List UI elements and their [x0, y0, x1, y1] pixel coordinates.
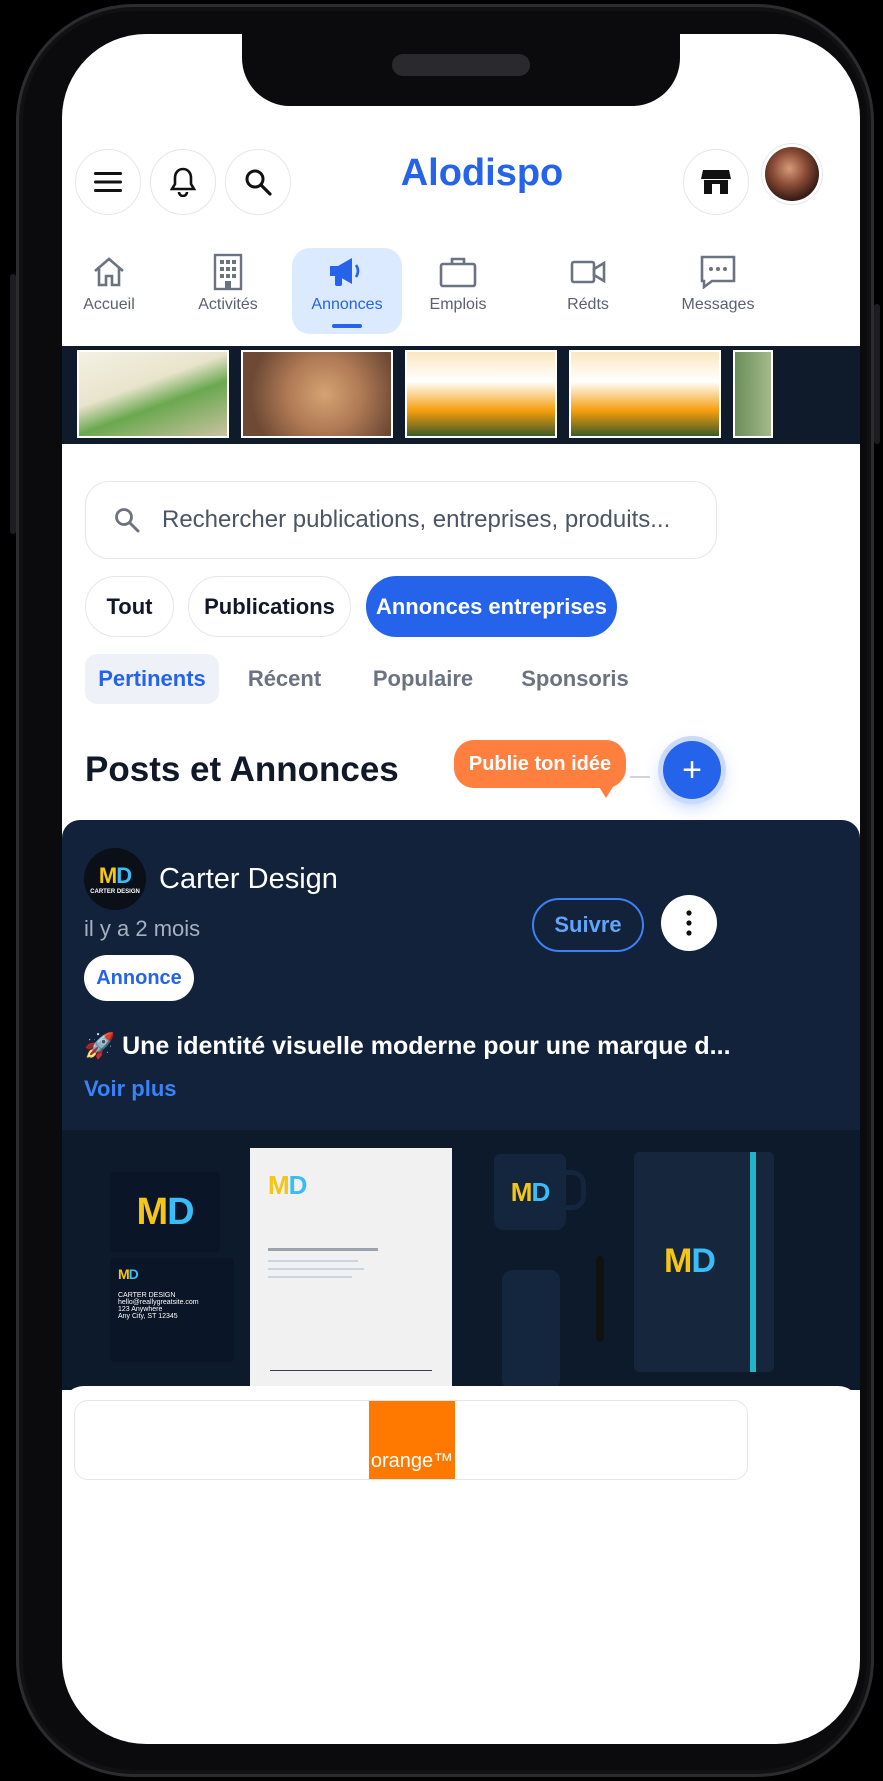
nav-label: Annonces [311, 296, 383, 313]
bell-icon [169, 167, 197, 197]
publish-tooltip[interactable]: Publie ton idée [454, 740, 626, 788]
story-thumb[interactable] [405, 350, 557, 438]
shop-button[interactable] [683, 149, 749, 215]
story-thumb[interactable] [77, 350, 229, 438]
kebab-icon [686, 910, 692, 936]
nav-activites[interactable]: Activités [173, 248, 283, 334]
phone-frame: Alodispo Accueil Activités Annonces Empl… [10, 4, 880, 1777]
post-image[interactable]: MD MD CARTER DESIGN hello@reallygreatsit… [62, 1130, 860, 1390]
card-logo: MD [118, 1266, 139, 1282]
menu-button[interactable] [75, 149, 141, 215]
section-title: Posts et Annonces [85, 750, 399, 789]
see-more-link[interactable]: Voir plus [84, 1076, 177, 1102]
story-thumb[interactable] [241, 350, 393, 438]
side-button [10, 274, 16, 534]
orange-logo[interactable]: orange™ [369, 1401, 455, 1479]
sort-sponsoris[interactable]: Sponsoris [510, 654, 640, 704]
megaphone-icon [330, 258, 360, 286]
more-options-button[interactable] [661, 895, 717, 951]
filter-tout[interactable]: Tout [85, 576, 174, 637]
nav-label: Rédts [567, 296, 609, 313]
mockup-phone [502, 1270, 560, 1390]
sort-pertinents[interactable]: Pertinents [85, 654, 219, 704]
search-button[interactable] [225, 149, 291, 215]
speaker [392, 54, 530, 76]
story-thumb[interactable] [569, 350, 721, 438]
building-icon [213, 253, 243, 291]
nav-annonces[interactable]: Annonces [292, 248, 402, 334]
nav-emplois[interactable]: Emplois [403, 248, 513, 334]
nav-redts[interactable]: Rédts [533, 248, 643, 334]
mockup-mug: MD [494, 1154, 566, 1230]
post-tag: Annonce [84, 955, 194, 1001]
mockup-box: MD [110, 1172, 220, 1252]
card-line: CARTER DESIGN [118, 1292, 176, 1299]
card-line: 123 Anywhere [118, 1306, 163, 1313]
power-button [874, 304, 880, 444]
ad-frame[interactable]: orange™ [74, 1400, 748, 1480]
add-post-button[interactable]: + [663, 741, 721, 799]
letterhead-logo: MD [268, 1170, 307, 1200]
shop-icon [701, 170, 731, 194]
follow-button[interactable]: Suivre [532, 898, 644, 952]
connector-line [630, 776, 650, 778]
notifications-button[interactable] [150, 149, 216, 215]
card-line: hello@reallygreatsite.com [118, 1299, 199, 1306]
screen: Alodispo Accueil Activités Annonces Empl… [62, 34, 860, 1744]
post-time: il y a 2 mois [84, 916, 201, 941]
logo-mark: MD [98, 863, 132, 888]
letterhead: MD [250, 1148, 452, 1388]
avatar[interactable] [765, 147, 819, 201]
nav-label: Emplois [429, 296, 487, 313]
video-icon [570, 260, 606, 284]
active-indicator [332, 324, 362, 328]
search-bar[interactable] [85, 481, 717, 559]
story-thumb[interactable] [733, 350, 773, 438]
filter-annonces-entreprises[interactable]: Annonces entreprises [366, 576, 617, 637]
mockup-notebook: MD [634, 1152, 774, 1372]
stories-strip[interactable] [62, 346, 860, 444]
menu-icon [94, 172, 122, 192]
business-card: MD CARTER DESIGN hello@reallygreatsite.c… [110, 1258, 234, 1362]
filter-publications[interactable]: Publications [188, 576, 351, 637]
nav-label: Activités [198, 296, 258, 313]
mockup-logo: MD [136, 1190, 194, 1233]
card-line: Any City, ST 12345 [118, 1313, 178, 1320]
sort-populaire[interactable]: Populaire [362, 654, 484, 704]
search-input[interactable] [162, 506, 682, 534]
notch [242, 34, 680, 106]
sort-recent[interactable]: Récent [232, 654, 337, 704]
search-icon [245, 169, 272, 196]
app-title: Alodispo [400, 152, 564, 194]
briefcase-icon [439, 257, 477, 288]
company-logo[interactable]: MD CARTER DESIGN [84, 848, 146, 910]
nav-messages[interactable]: Messages [663, 248, 773, 334]
mockup-pen [596, 1256, 604, 1342]
tooltip-tail [596, 782, 616, 798]
nav-label: Messages [681, 296, 755, 313]
logo-subtitle: CARTER DESIGN [90, 889, 140, 895]
nav-label: Accueil [83, 296, 135, 313]
post-author[interactable]: Carter Design [159, 863, 338, 896]
home-icon [94, 257, 124, 287]
ad-banner: orange™ [62, 1386, 860, 1490]
search-icon [114, 505, 144, 535]
chat-icon [700, 255, 736, 289]
nav-accueil[interactable]: Accueil [62, 248, 164, 334]
post-text: 🚀 Une identité visuelle moderne pour une… [84, 1032, 731, 1060]
